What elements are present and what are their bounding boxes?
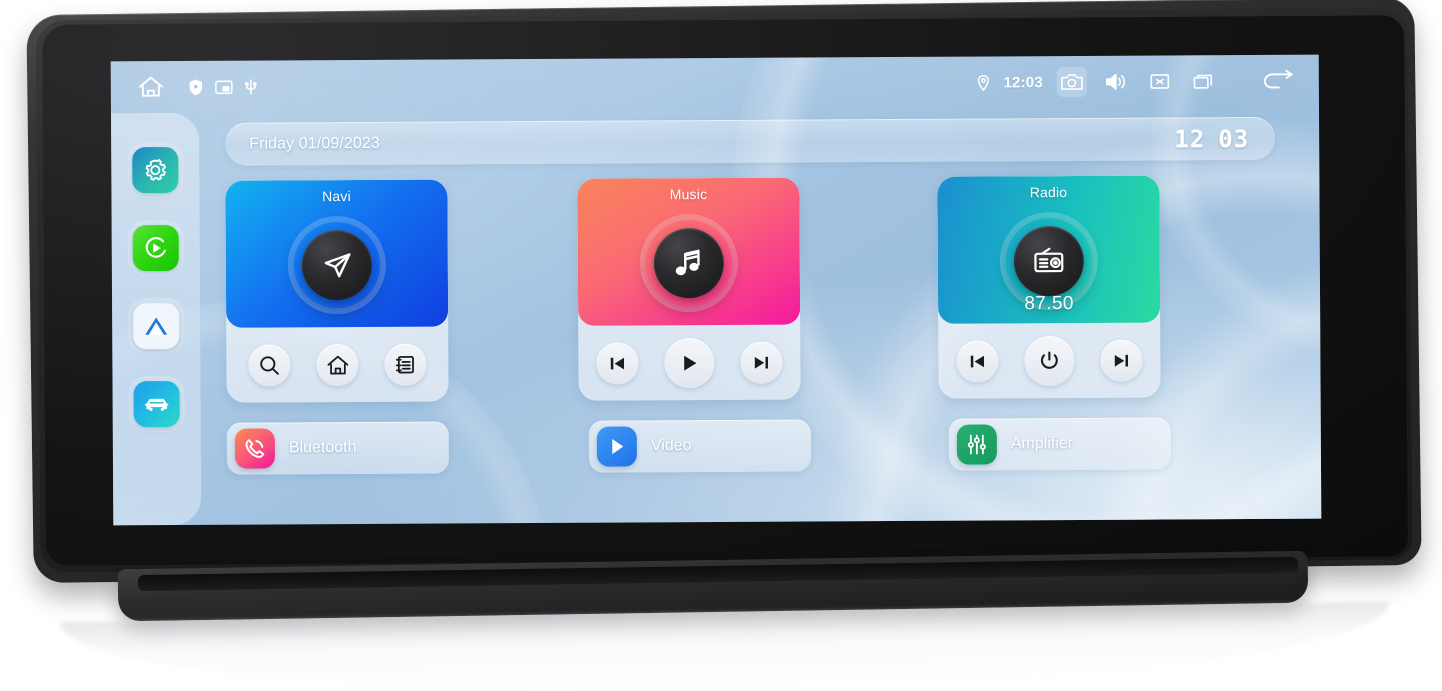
radio-frequency: 87.50 — [1024, 293, 1074, 315]
amplifier-icon-tile — [956, 424, 997, 465]
clock-minutes: 03 — [1218, 124, 1250, 153]
back-button[interactable] — [1259, 66, 1297, 96]
sidebar-item-settings[interactable] — [132, 147, 179, 194]
navi-search-button[interactable] — [248, 343, 291, 387]
music-play-button[interactable] — [664, 337, 715, 388]
sidebar-item-car[interactable] — [133, 380, 180, 428]
radio-icon — [1034, 247, 1064, 273]
home-icon — [138, 76, 163, 97]
navi-home-button[interactable] — [316, 343, 359, 386]
shortcut-video-label: Video — [650, 437, 692, 455]
date-label: Friday 01/09/2023 — [249, 134, 380, 153]
status-bar: 12:03 — [110, 54, 1319, 114]
shortcut-amplifier-label: Amplifier — [1010, 435, 1074, 453]
usb-icon — [244, 78, 257, 95]
shortcut-bluetooth[interactable]: Bluetooth — [226, 421, 450, 475]
music-controls — [578, 325, 800, 401]
widget-card-row: Navi Music Radio 87.50 — [225, 175, 1286, 403]
music-note-icon — [675, 249, 700, 276]
head-unit-screen[interactable]: 12:03 Friday 01/09/2023 12 03 Navi Music… — [110, 54, 1322, 526]
radio-card-header[interactable]: Radio 87.50 — [937, 175, 1161, 324]
shortcut-row: Bluetooth Video Amplifier — [226, 417, 1287, 481]
radio-previous-button[interactable] — [956, 339, 999, 383]
radio-controls — [938, 323, 1160, 399]
recent-apps-icon — [1193, 74, 1213, 89]
equalizer-icon — [967, 434, 986, 455]
app-sidebar — [111, 112, 202, 526]
status-left-icon-group — [189, 78, 257, 95]
recent-apps-button[interactable] — [1189, 66, 1219, 96]
volume-button[interactable] — [1101, 67, 1131, 97]
navi-card-header[interactable]: Navi — [225, 179, 449, 328]
status-home-button[interactable] — [137, 74, 165, 100]
power-icon — [1041, 350, 1058, 369]
gear-icon — [145, 159, 166, 181]
home-content: Friday 01/09/2023 12 03 Navi Music Radio… — [199, 107, 1321, 525]
speaker-icon — [1106, 73, 1125, 90]
screenshot-stage: 12:03 Friday 01/09/2023 12 03 Navi Music… — [0, 0, 1442, 691]
sidebar-item-media[interactable] — [132, 225, 179, 272]
clock-hours: 12 — [1174, 124, 1206, 153]
shortcut-video[interactable]: Video — [588, 419, 812, 473]
radio-launch-button[interactable] — [1013, 225, 1085, 297]
shortcut-amplifier[interactable]: Amplifier — [948, 417, 1172, 471]
music-card[interactable]: Music — [577, 177, 801, 401]
sidebar-item-android-auto[interactable] — [133, 302, 180, 350]
music-card-title: Music — [669, 186, 708, 203]
android-auto-icon — [145, 317, 168, 335]
navi-list-button[interactable] — [384, 343, 427, 386]
play-icon — [612, 438, 624, 455]
navi-card[interactable]: Navi — [225, 179, 449, 403]
navi-launch-button[interactable] — [301, 229, 373, 301]
status-clock: 12:03 — [1003, 73, 1043, 91]
car-icon — [144, 398, 169, 411]
music-launch-button[interactable] — [653, 227, 725, 299]
radio-power-button[interactable] — [1024, 335, 1075, 386]
segment-clock: 12 03 — [1174, 125, 1249, 153]
shield-play-icon — [189, 79, 203, 95]
search-icon — [260, 355, 279, 375]
radio-knob-wrap — [1006, 218, 1092, 304]
music-card-header[interactable]: Music — [577, 177, 801, 326]
location-pin-icon — [977, 74, 989, 91]
phone-handset-icon — [245, 439, 265, 458]
next-icon — [754, 356, 769, 369]
mute-button[interactable] — [1145, 66, 1175, 96]
play-circle-icon — [145, 237, 166, 258]
navi-controls — [226, 326, 448, 402]
music-knob-wrap — [646, 220, 732, 306]
video-icon-tile — [596, 426, 637, 467]
mute-box-icon — [1150, 74, 1170, 89]
radio-card-title: Radio — [1029, 184, 1068, 201]
navi-card-title: Navi — [322, 188, 351, 205]
home-icon — [327, 355, 348, 374]
shortcut-bluetooth-label: Bluetooth — [288, 439, 357, 457]
next-icon — [1114, 354, 1129, 367]
list-icon — [395, 355, 414, 373]
date-time-bar[interactable]: Friday 01/09/2023 12 03 — [225, 116, 1276, 166]
music-next-button[interactable] — [740, 341, 783, 384]
radio-next-button[interactable] — [1100, 339, 1143, 382]
previous-icon — [970, 355, 985, 367]
bluetooth-icon-tile — [234, 428, 275, 469]
navi-knob-wrap — [294, 222, 380, 308]
status-right-group: 12:03 — [976, 66, 1319, 98]
back-arrow-icon — [1263, 69, 1293, 89]
camera-button[interactable] — [1056, 66, 1087, 98]
music-previous-button[interactable] — [596, 341, 639, 385]
camera-icon — [1061, 74, 1083, 90]
radio-card[interactable]: Radio 87.50 — [937, 175, 1161, 399]
navigation-arrow-icon — [324, 253, 351, 278]
previous-icon — [610, 357, 625, 369]
play-icon — [684, 355, 697, 371]
screen-cast-icon — [215, 80, 233, 94]
